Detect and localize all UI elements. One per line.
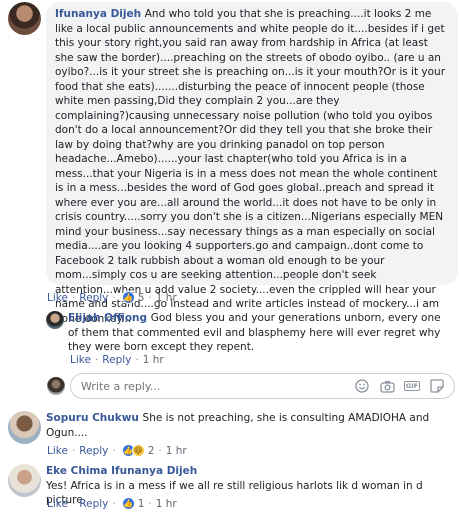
separator: · [148,497,152,510]
separator: · [71,497,76,510]
comment-bubble: Elijah Offiong God bless you and your ge… [68,311,448,355]
reply-button[interactable]: Reply [79,498,108,510]
reaction-summary[interactable]: 👍 5 [121,291,145,304]
like-button[interactable]: Like [47,292,68,304]
comment-actions: Like · Reply · 👍 😆 2 · 1 hr [47,444,187,457]
reaction-count: 1 [137,497,145,510]
reply-input[interactable] [81,379,354,393]
separator: · [71,291,76,304]
avatar[interactable] [8,464,41,497]
separator: · [112,291,116,304]
sticker-icon[interactable] [429,378,445,394]
camera-icon[interactable] [379,378,395,394]
comment-author[interactable]: Eke Chima [46,465,111,477]
comment-actions: Like · Reply · 👍 5 · 1 hr [47,291,177,304]
separator: · [135,354,139,366]
comment-author[interactable]: Ifunanya Dijeh [55,8,145,20]
reply-button[interactable]: Reply [102,354,131,366]
reply-elijah: Elijah Offiong God bless you and your ge… [46,311,448,355]
comment-time[interactable]: 1 hr [156,498,177,510]
haha-reaction-icon: 😆 [131,444,145,457]
comment-bubble: Sopuru Chukwu She is not preaching, she … [46,411,441,444]
current-user-avatar [47,377,65,395]
like-button[interactable]: Like [70,354,91,366]
comment-actions: Like · Reply · 👍 1 · 1 hr [47,497,177,510]
like-button[interactable]: Like [47,445,68,457]
comment-text: And who told you that she is preaching..… [55,8,449,325]
reply-composer: GIF [70,373,455,399]
like-reaction-icon: 👍 [121,497,135,510]
comment-sopuru: Sopuru Chukwu She is not preaching, she … [8,411,441,444]
reaction-summary[interactable]: 👍 1 [121,497,145,510]
comment-bubble: Ifunanya Dijeh And who told you that she… [46,2,458,325]
avatar[interactable] [8,2,41,35]
reply-button[interactable]: Reply [79,445,108,457]
like-button[interactable]: Like [47,498,68,510]
comment-author[interactable]: Elijah Offiong [68,312,151,324]
separator: · [94,354,99,366]
separator: · [71,444,76,457]
reaction-summary[interactable]: 👍 😆 2 [121,444,155,457]
gif-icon[interactable]: GIF [403,378,421,394]
comment-author[interactable]: Sopuru Chukwu [46,412,143,424]
mention-link[interactable]: Ifunanya Dijeh [111,465,197,477]
comment-time[interactable]: 1 hr [156,292,177,304]
comment-time[interactable]: 1 hr [143,354,164,366]
comment-time[interactable]: 1 hr [166,445,187,457]
avatar[interactable] [46,311,64,329]
separator: · [148,291,152,304]
like-reaction-icon: 👍 [121,291,135,304]
avatar[interactable] [8,411,41,444]
separator: · [112,444,116,457]
separator: · [112,497,116,510]
separator: · [158,444,162,457]
comment-actions: Like · Reply · 1 hr [70,354,164,366]
comment-ifunanya: Ifunanya Dijeh And who told you that she… [8,2,458,325]
reaction-count: 5 [137,291,145,304]
reply-button[interactable]: Reply [79,292,108,304]
emoji-icon[interactable] [354,378,370,394]
reaction-count: 2 [147,444,155,457]
